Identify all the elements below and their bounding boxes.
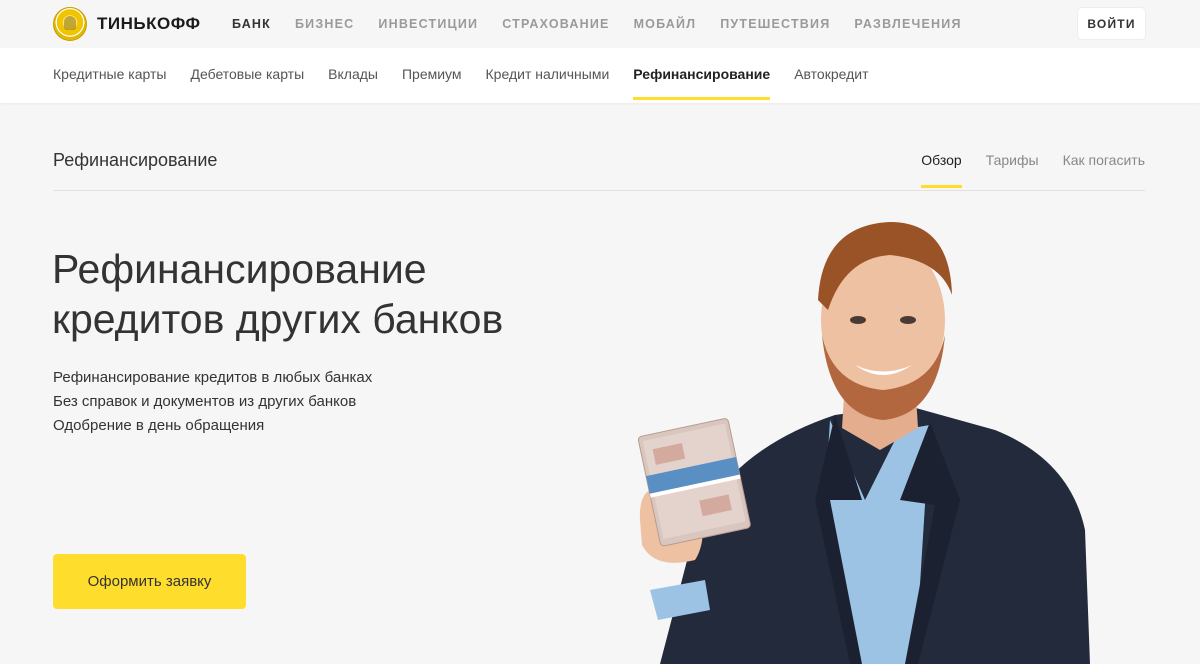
- login-button[interactable]: ВОЙТИ: [1078, 8, 1145, 39]
- main-nav-entertainment[interactable]: РАЗВЛЕЧЕНИЯ: [854, 17, 961, 31]
- sub-nav-cash-loan[interactable]: Кредит наличными: [486, 66, 610, 100]
- sub-nav-credit-cards[interactable]: Кредитные карты: [53, 66, 166, 100]
- section-header: Рефинансирование Обзор Тарифы Как погаси…: [53, 130, 1145, 191]
- sub-nav-car-loan[interactable]: Автокредит: [794, 66, 868, 100]
- hero-person-image: [637, 222, 1090, 664]
- tab-tariffs[interactable]: Тарифы: [986, 152, 1039, 187]
- coat-of-arms-icon: [53, 7, 87, 41]
- hero-point: Без справок и документов из других банко…: [53, 393, 357, 410]
- sub-nav-deposits[interactable]: Вклады: [328, 66, 378, 100]
- hero-point: Рефинансирование кредитов в любых банках: [53, 369, 373, 386]
- hero-title: Рефинансирование кредитов других банков: [52, 244, 572, 344]
- tab-overview[interactable]: Обзор: [921, 152, 963, 188]
- brand-name: ТИНЬКОФФ: [97, 14, 201, 33]
- hero-title-line2: кредитов других банков: [52, 296, 504, 342]
- hero-points: Рефинансирование кредитов в любых банках…: [53, 366, 372, 438]
- main-nav-travel[interactable]: ПУТЕШЕСТВИЯ: [720, 17, 830, 31]
- tab-how-to-repay[interactable]: Как погасить: [1063, 152, 1145, 187]
- sub-nav: Кредитные карты Дебетовые карты Вклады П…: [0, 48, 1200, 103]
- sub-nav-refinancing[interactable]: Рефинансирование: [633, 66, 770, 100]
- section-title: Рефинансирование: [53, 150, 218, 170]
- main-nav-investments[interactable]: ИНВЕСТИЦИИ: [378, 17, 478, 31]
- main-nav-mobile[interactable]: МОБАЙЛ: [634, 17, 697, 31]
- section-tabs: Обзор Тарифы Как погасить: [897, 152, 1145, 188]
- main-nav-insurance[interactable]: СТРАХОВАНИЕ: [502, 17, 609, 31]
- sub-nav-premium[interactable]: Премиум: [402, 66, 462, 100]
- main-nav-bank[interactable]: БАНК: [232, 17, 271, 31]
- sub-nav-debit-cards[interactable]: Дебетовые карты: [190, 66, 304, 100]
- hero-title-line1: Рефинансирование: [52, 246, 427, 292]
- hero-point: Одобрение в день обращения: [53, 417, 265, 434]
- apply-button[interactable]: Оформить заявку: [53, 554, 246, 609]
- brand-logo[interactable]: ТИНЬКОФФ: [53, 7, 201, 41]
- main-nav: БАНК БИЗНЕС ИНВЕСТИЦИИ СТРАХОВАНИЕ МОБАЙ…: [232, 17, 986, 31]
- top-bar: ТИНЬКОФФ БАНК БИЗНЕС ИНВЕСТИЦИИ СТРАХОВА…: [0, 0, 1200, 48]
- main-nav-business[interactable]: БИЗНЕС: [295, 17, 354, 31]
